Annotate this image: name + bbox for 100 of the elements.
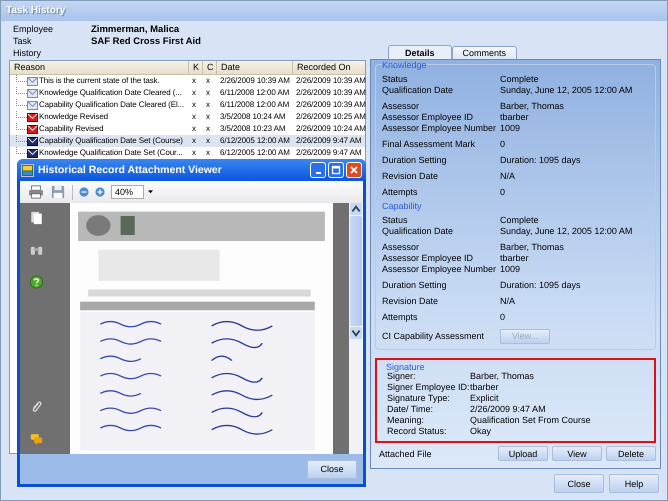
field-label: Attempts bbox=[382, 187, 419, 198]
field-value: Barber, Thomas bbox=[500, 101, 564, 112]
table-row[interactable]: Knowledge Qualification Date Cleared (... x x 6/11/2008 12:00 AM 2/26/2009 10:39 AM bbox=[10, 87, 365, 99]
table-cell-text: 2/26/2009 10:39 AM bbox=[295, 87, 366, 99]
field-label: Record Status: bbox=[387, 426, 448, 437]
window-title: Task History bbox=[1, 1, 667, 21]
field-label: Signer Employee ID: bbox=[387, 382, 470, 393]
dialog-button[interactable]: Help bbox=[609, 474, 659, 493]
close-button[interactable]: Close bbox=[307, 460, 357, 478]
help-icon[interactable] bbox=[30, 275, 42, 289]
comments-icon[interactable] bbox=[30, 432, 42, 446]
field-value: Duration: 1095 days bbox=[500, 280, 581, 291]
table-cell-text: x bbox=[191, 75, 197, 87]
table-cell-text: 6/12/2005 12:00 AM bbox=[219, 147, 291, 159]
field-value: 1009 bbox=[500, 123, 520, 134]
table-cell-text: 2/26/2009 10:24 AM bbox=[295, 123, 366, 135]
dialog-button[interactable]: Close bbox=[554, 474, 604, 493]
file-button[interactable]: Upload bbox=[498, 446, 548, 461]
print-icon[interactable] bbox=[28, 185, 44, 199]
table-cell-text: 6/11/2008 12:00 AM bbox=[219, 87, 290, 99]
field-label: Qualification Date bbox=[382, 226, 454, 237]
field-label: Duration Setting bbox=[382, 155, 448, 166]
save-icon[interactable] bbox=[50, 185, 66, 199]
field-label: Assessor Employee ID bbox=[382, 253, 474, 264]
field-value: Sunday, June 12, 2005 12:00 AM bbox=[500, 226, 632, 237]
field-value: tbarber bbox=[470, 382, 499, 393]
table-cell: Knowledge Qualification Date Cleared (... bbox=[39, 87, 182, 99]
field-value: 2/26/2009 9:47 AM bbox=[470, 404, 546, 415]
close-button[interactable] bbox=[346, 162, 362, 178]
table-cell-text: 2/26/2009 10:39 AM bbox=[295, 75, 366, 87]
field-value: Explicit bbox=[470, 393, 499, 404]
table-cell-text: 2/26/2009 9:47 AM bbox=[295, 135, 362, 147]
table-cell-text: x bbox=[205, 75, 211, 87]
table-cell-text: 2/26/2009 10:25 AM bbox=[295, 111, 366, 123]
table-cell: Capability Revised bbox=[39, 123, 104, 135]
pages-icon[interactable] bbox=[30, 211, 42, 225]
field-label: Assessor bbox=[382, 242, 420, 253]
field-label: Assessor bbox=[382, 101, 420, 112]
field-label: Attempts bbox=[382, 312, 419, 323]
field-label: Signer: bbox=[387, 371, 416, 382]
tab[interactable]: Comments bbox=[452, 46, 518, 59]
field-label: CI Capability Assessment bbox=[382, 331, 486, 342]
tab[interactable]: Details bbox=[388, 45, 452, 59]
table-row[interactable]: Knowledge Qualification Date Set (Cour... x x 6/12/2005 12:00 AM 2/26/2009 9:47 AM bbox=[10, 147, 365, 159]
scroll-up-icon[interactable] bbox=[350, 203, 362, 215]
table-cell-text: x bbox=[205, 135, 211, 147]
app-icon bbox=[21, 164, 34, 176]
column-header[interactable]: Date bbox=[217, 61, 293, 74]
field-value: SAF Red Cross First Aid bbox=[91, 36, 201, 47]
maximize-button[interactable] bbox=[328, 162, 344, 178]
field-value: N/A bbox=[500, 296, 516, 307]
minimize-button[interactable] bbox=[310, 162, 326, 178]
minimize-icon bbox=[316, 172, 320, 174]
table-row[interactable]: Capability Revised x x 3/5/2008 10:23 AM 2/26/2009 10:24 AM bbox=[10, 123, 365, 135]
field-label: Revision Date bbox=[382, 171, 440, 182]
field-value: tbarber bbox=[500, 253, 529, 264]
section-label: History bbox=[13, 48, 42, 58]
zoom-out-icon[interactable] bbox=[79, 187, 89, 197]
column-header[interactable]: C bbox=[203, 61, 217, 74]
scroll-down-icon[interactable] bbox=[350, 327, 362, 339]
section-title: Knowledge bbox=[381, 60, 428, 70]
section-title: Signature bbox=[385, 362, 426, 372]
file-button[interactable]: Delete bbox=[606, 446, 656, 461]
table-row[interactable]: Capability Qualification Date Cleared (El... x x 6/11/2008 12:00 AM 2/26/2009 10:39 AM bbox=[10, 99, 365, 111]
table-cell-text: 6/12/2005 12:00 AM bbox=[219, 135, 291, 147]
file-button[interactable]: View bbox=[552, 446, 602, 461]
column-header[interactable]: K bbox=[189, 61, 203, 74]
maximize-icon bbox=[331, 165, 341, 175]
table-cell: Knowledge Revised bbox=[39, 111, 108, 123]
field-label: Assessor Employee ID bbox=[382, 112, 474, 123]
zoom-field[interactable]: 40% bbox=[111, 185, 144, 199]
table-cell-text: 2/26/2009 10:39 AM bbox=[219, 75, 291, 87]
field-value: Okay bbox=[470, 426, 492, 437]
table-cell-text: 3/5/2008 10:23 AM bbox=[219, 123, 286, 135]
table-cell-text: x bbox=[205, 87, 211, 99]
field-value: Complete bbox=[500, 74, 539, 85]
scrollbar[interactable] bbox=[349, 203, 363, 454]
table-cell-text: x bbox=[205, 99, 211, 111]
table-row[interactable]: Knowledge Revised x x 3/5/2008 10:24 AM 2/26/2009 10:25 AM bbox=[10, 111, 365, 123]
field-value: Complete bbox=[500, 215, 539, 226]
table-row[interactable]: This is the current state of the task. x x 2/26/2009 10:39 AM 2/26/2009 10:39 AM bbox=[10, 75, 365, 87]
zoom-in-icon[interactable] bbox=[95, 187, 105, 197]
field-label: Assessor Employee Number bbox=[382, 123, 498, 134]
field-label: Signature Type: bbox=[387, 393, 451, 404]
field-label: Qualification Date bbox=[382, 85, 454, 96]
caret-icon[interactable] bbox=[148, 190, 153, 194]
field-label: Attached File bbox=[379, 448, 432, 458]
field-value: Barber, Thomas bbox=[470, 371, 534, 382]
field-value: 0 bbox=[500, 312, 506, 323]
table-cell: This is the current state of the task. bbox=[39, 75, 160, 87]
section-title: Capability bbox=[381, 201, 423, 211]
field-label: Status bbox=[382, 215, 409, 226]
close-icon bbox=[349, 165, 359, 175]
table-row[interactable]: Capability Qualification Date Set (Course) x x 6/12/2005 12:00 AM 2/26/2009 9:47 AM bbox=[10, 135, 365, 147]
column-header[interactable]: Reason bbox=[10, 61, 189, 74]
window-title: Historical Record Attachment Viewer bbox=[38, 164, 223, 176]
table-cell-text: 2/26/2009 10:39 AM bbox=[295, 99, 366, 111]
field-value: Zimmerman, Malica bbox=[91, 24, 180, 35]
table-cell-text: x bbox=[191, 147, 197, 159]
column-header[interactable]: Recorded On bbox=[293, 61, 365, 74]
